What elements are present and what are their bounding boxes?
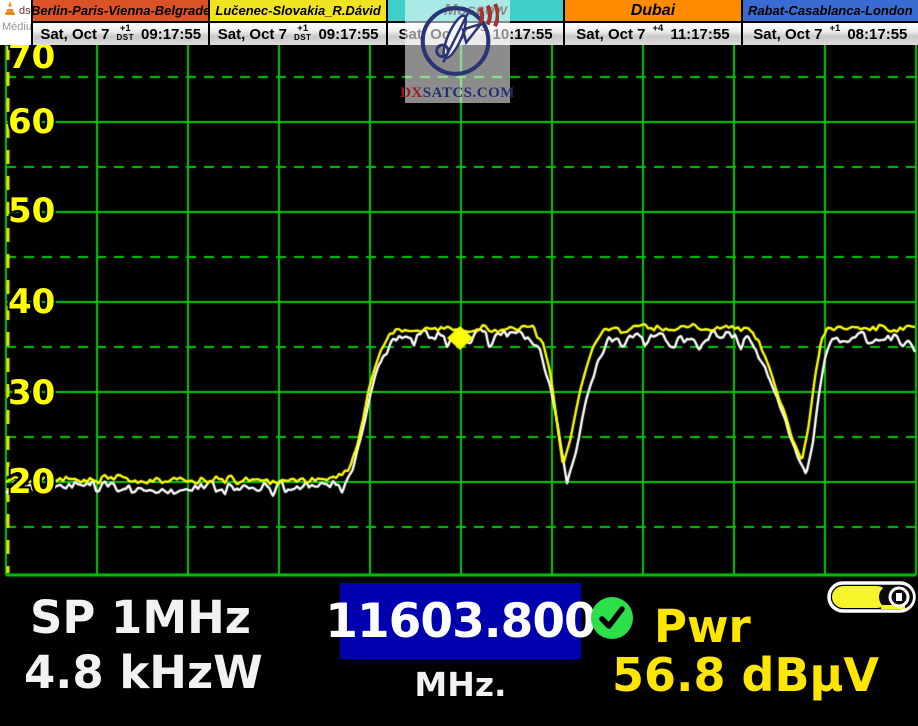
- y-tick-label: 30: [8, 376, 55, 410]
- clock-time: 09:17:55: [141, 26, 201, 43]
- clock-date: Sat, Oct 7: [753, 26, 822, 43]
- clock-city-label: Rabat-Casablanca-London: [743, 0, 918, 23]
- clock-date: Sat, Oct 7: [576, 26, 645, 43]
- clock-time: 08:17:55: [847, 26, 907, 43]
- clock-time-row: Sat, Oct 7 +4 11:17:55: [565, 23, 740, 45]
- clock-panel-berlin[interactable]: Berlin-Paris-Vienna-Belgrade Sat, Oct 7 +1…: [31, 0, 208, 45]
- frequency-unit-label: MHz.: [340, 668, 581, 701]
- dst-flag: DST: [117, 34, 135, 42]
- clock-time-row: Sat, Oct 7 +1DST 09:17:55: [210, 23, 385, 45]
- y-tick-label: 20: [8, 465, 55, 499]
- spectrum-analyzer-screen: 70 60 50 40 30 20 ds Médiu Berlin-Paris-Vienn…: [0, 0, 918, 726]
- clock-date: Sat, Oct 7: [218, 26, 287, 43]
- desktop-corner: ds Médiu: [0, 0, 31, 45]
- clock-time-row: Sat, Oct 7 +1DST 09:17:55: [33, 23, 208, 45]
- clock-panel-lucenec[interactable]: Lučenec-Slovakia_R.Dávid Sat, Oct 7 +1DST 0…: [208, 0, 385, 45]
- rbw-setting-label: 4.8 kHzW: [24, 650, 263, 695]
- y-tick-label: 50: [8, 194, 55, 228]
- clock-utc-offset: +1: [829, 24, 840, 44]
- frequency-display[interactable]: 11603.800: [340, 583, 581, 659]
- clock-utc-offset: +1DST: [117, 24, 135, 44]
- clock-utc-offset: +4: [652, 24, 663, 44]
- clock-panel-dubai[interactable]: Dubai Sat, Oct 7 +4 11:17:55: [563, 0, 740, 45]
- clock-city-label: Lučenec-Slovakia_R.Dávid: [210, 0, 385, 23]
- dxsatcs-watermark: DXSATCS.COM: [405, 0, 510, 103]
- power-label: Pwr: [654, 604, 751, 649]
- dxsatcs-logo-icon: [417, 0, 499, 87]
- span-setting-label: SP 1MHz: [30, 595, 251, 640]
- clock-city-label: Dubai: [565, 0, 740, 23]
- clock-utc-offset: +1DST: [294, 24, 312, 44]
- status-bar: SP 1MHz 4.8 kHzW 11603.800 MHz. Pwr 56.8…: [0, 578, 918, 726]
- clock-city-label: Berlin-Paris-Vienna-Belgrade: [33, 0, 208, 23]
- corner-media-text: Médiu: [0, 21, 31, 33]
- clock-time: 09:17:55: [318, 26, 378, 43]
- dst-flag: DST: [294, 34, 312, 42]
- offset-value: +1: [829, 24, 840, 34]
- vlc-cone-icon: [3, 0, 17, 21]
- watermark-text: DXSATCS.COM: [400, 85, 515, 102]
- offset-value: +4: [652, 24, 663, 34]
- battery-icon: [827, 581, 916, 613]
- y-tick-label: 70: [8, 40, 55, 74]
- corner-filename-text: ds: [19, 5, 31, 17]
- y-tick-label: 60: [8, 105, 55, 139]
- power-value: 56.8 dBµV: [612, 652, 879, 698]
- signal-lock-ok-icon: [589, 595, 635, 641]
- clock-panel-rabat[interactable]: Rabat-Casablanca-London Sat, Oct 7 +1 08:17…: [741, 0, 918, 45]
- clock-time: 11:17:55: [670, 26, 729, 43]
- frequency-value: 11603.800: [325, 594, 595, 649]
- clock-date: Sat, Oct 7: [40, 26, 109, 43]
- clock-time-row: Sat, Oct 7 +1 08:17:55: [743, 23, 918, 45]
- y-tick-label: 40: [8, 285, 55, 319]
